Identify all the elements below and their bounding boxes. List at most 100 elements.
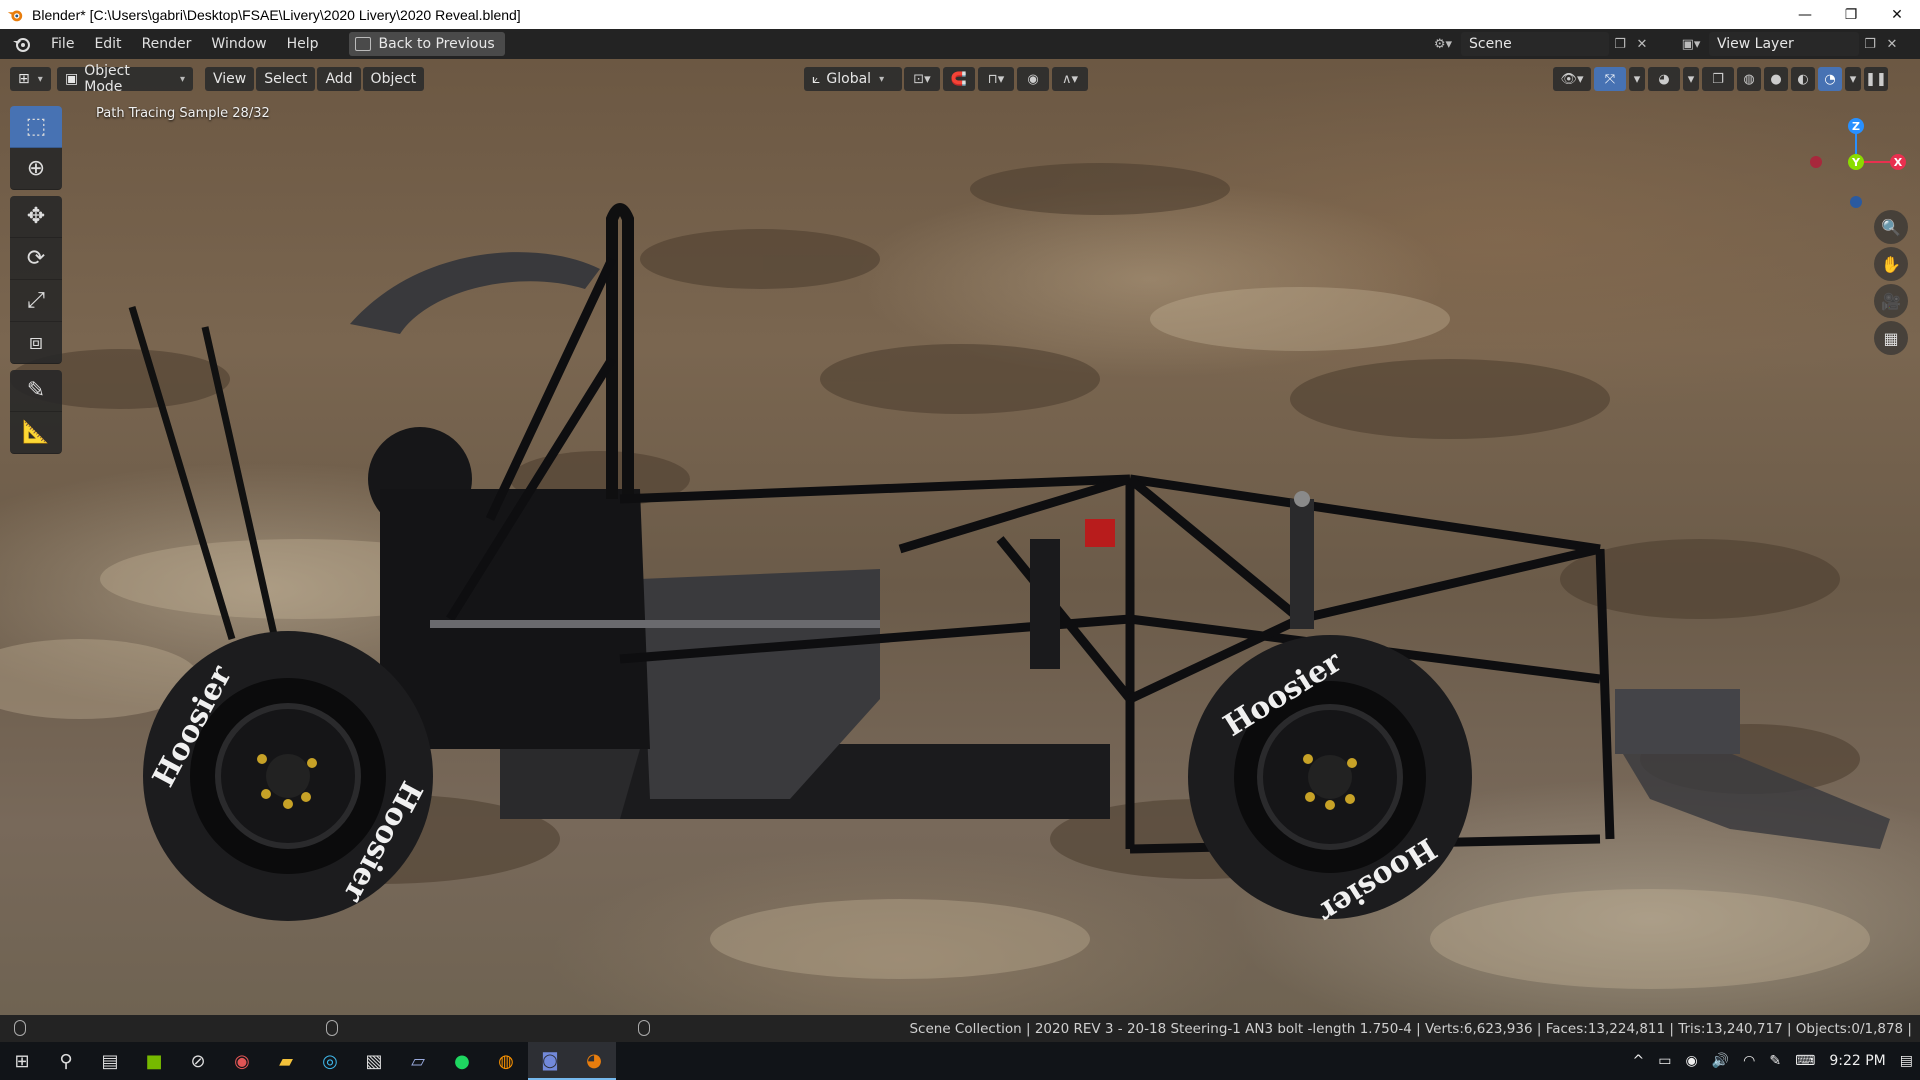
rear-wing-element xyxy=(350,252,600,334)
pivot-point-icon[interactable]: ⊡▾ xyxy=(904,67,940,91)
snap-target-icon[interactable]: ⊓▾ xyxy=(978,67,1014,91)
tool-shelf: ⬚ ⊕ ✥ ⟳ ⤢ ⧈ ✎ 📐 xyxy=(10,106,62,454)
rotate-icon[interactable]: ⟳ xyxy=(10,238,62,280)
material-shading-icon[interactable]: ◐ xyxy=(1791,67,1815,91)
visibility-icon[interactable]: 👁▾ xyxy=(1553,67,1591,91)
move-icon[interactable]: ✥ xyxy=(10,196,62,238)
minimize-button[interactable]: — xyxy=(1782,0,1828,29)
status-bar: Scene Collection | 2020 REV 3 - 20-18 St… xyxy=(0,1015,1920,1042)
close-button[interactable]: ✕ xyxy=(1874,0,1920,29)
firefox-icon[interactable]: ◍ xyxy=(484,1042,528,1080)
overlays-dropdown-icon[interactable]: ▾ xyxy=(1683,67,1699,91)
transform-orientation-selector[interactable]: ⟀ Global ▾ xyxy=(804,67,902,91)
keyboard-icon[interactable]: ⌨ xyxy=(1795,1053,1815,1069)
rendered-shading-icon[interactable]: ◔ xyxy=(1818,67,1842,91)
proportional-edit-icon[interactable]: ◉ xyxy=(1017,67,1049,91)
zoom-icon[interactable]: 🔍 xyxy=(1874,210,1908,244)
app-icon[interactable]: ⊘ xyxy=(176,1042,220,1080)
new-view-layer-icon[interactable]: ❐ xyxy=(1859,33,1881,55)
menu-edit[interactable]: Edit xyxy=(84,36,131,52)
photos-icon[interactable]: ▧ xyxy=(352,1042,396,1080)
cursor-icon[interactable]: ⊕ xyxy=(10,148,62,190)
falloff-icon[interactable]: ∧▾ xyxy=(1052,67,1088,91)
z-axis-label: Z xyxy=(1852,120,1860,133)
scene-name: Scene xyxy=(1469,36,1512,52)
gizmo-toggle-icon[interactable]: ⤧ xyxy=(1594,67,1626,91)
discord-icon[interactable]: ◙ xyxy=(528,1042,572,1080)
editor-type-icon: ⊞ xyxy=(18,71,30,87)
remove-view-layer-icon[interactable]: ✕ xyxy=(1881,33,1903,55)
view-layer-selector-icon[interactable]: ▣▾ xyxy=(1673,33,1709,55)
select-box-icon[interactable]: ⬚ xyxy=(10,106,62,148)
search-icon[interactable]: ⚲ xyxy=(44,1042,88,1080)
viewport-menu-select[interactable]: Select xyxy=(256,67,316,91)
view-layer-field[interactable]: View Layer xyxy=(1709,32,1859,56)
snap-icon[interactable]: 🧲 xyxy=(943,67,975,91)
restore-button[interactable]: ❐ xyxy=(1828,0,1874,29)
menubar: File Edit Render Window Help Back to Pre… xyxy=(0,29,1920,59)
menu-render[interactable]: Render xyxy=(132,36,202,52)
wifi-icon[interactable]: ◠ xyxy=(1743,1053,1755,1069)
y-axis-label: Y xyxy=(1851,156,1861,169)
notifications-icon[interactable]: ▤ xyxy=(1900,1053,1913,1069)
annotate-icon[interactable]: ✎ xyxy=(10,370,62,412)
tray-expand-icon[interactable]: ^ xyxy=(1633,1053,1645,1069)
blender-logo-icon xyxy=(7,10,23,21)
nvidia-icon[interactable]: ■ xyxy=(132,1042,176,1080)
menu-window[interactable]: Window xyxy=(201,36,276,52)
viewport-header: ⊞ ▾ ▣ Object Mode ▾ View Select Add Objec… xyxy=(0,59,1920,99)
scale-icon[interactable]: ⤢ xyxy=(10,280,62,322)
measure-icon[interactable]: 📐 xyxy=(10,412,62,454)
file-explorer-icon[interactable]: ▰ xyxy=(264,1042,308,1080)
scene-selector-icon[interactable]: ⚙▾ xyxy=(1425,33,1461,55)
main-hoop xyxy=(606,203,634,499)
viewport-menu-view[interactable]: View xyxy=(205,67,255,91)
task-view-icon[interactable]: ▤ xyxy=(88,1042,132,1080)
shading-dropdown-icon[interactable]: ▾ xyxy=(1845,67,1861,91)
front-wing-mesh xyxy=(1620,749,1890,849)
menu-help[interactable]: Help xyxy=(277,36,329,52)
windows-taskbar: ⊞ ⚲ ▤ ■ ⊘ ◉ ▰ ◎ ▧ ▱ ● ◍ ◙ ◕ ^ ▭ ◉ 🔊 ◠ ✎ … xyxy=(0,1042,1920,1080)
perspective-grid-icon[interactable]: ▦ xyxy=(1874,321,1908,355)
mode-selector[interactable]: ▣ Object Mode ▾ xyxy=(57,63,193,95)
overlays-icon[interactable]: ◕ xyxy=(1648,67,1680,91)
solid-shading-icon[interactable]: ● xyxy=(1764,67,1788,91)
app2-icon[interactable]: ◉ xyxy=(220,1042,264,1080)
neg-x-axis-handle xyxy=(1810,156,1822,168)
viewport-menu-object[interactable]: Object xyxy=(362,67,425,91)
render-sample-status: Path Tracing Sample 28/32 xyxy=(96,106,270,121)
volume-icon[interactable]: 🔊 xyxy=(1712,1053,1729,1069)
editor-type-button[interactable]: ⊞ ▾ xyxy=(10,67,51,91)
mouse-left-icon xyxy=(14,1020,26,1036)
3d-viewport[interactable]: Hoosier Hoosier Hoosier Hoosier ⊞ ▾ ▣ Obj… xyxy=(0,59,1920,1015)
spotify-icon[interactable]: ● xyxy=(440,1042,484,1080)
camera-view-icon[interactable]: 🎥 xyxy=(1874,284,1908,318)
engine-block xyxy=(380,489,650,749)
transform-icon[interactable]: ⧈ xyxy=(10,322,62,364)
scene-field[interactable]: Scene xyxy=(1461,32,1609,56)
battery-icon[interactable]: ▭ xyxy=(1658,1053,1671,1069)
neg-z-axis-handle xyxy=(1850,196,1862,208)
blender-menu-icon[interactable] xyxy=(11,34,31,54)
menu-file[interactable]: File xyxy=(41,36,84,52)
edge-icon[interactable]: ◎ xyxy=(308,1042,352,1080)
viewport-menu-add[interactable]: Add xyxy=(317,67,361,91)
pan-hand-icon[interactable]: ✋ xyxy=(1874,247,1908,281)
navigation-gizmo[interactable]: Z X Y xyxy=(1800,106,1910,216)
xray-icon[interactable]: ❐ xyxy=(1702,67,1734,91)
chrome-tray-icon[interactable]: ◉ xyxy=(1686,1053,1698,1069)
blender-icon[interactable]: ◕ xyxy=(572,1042,616,1080)
start-icon[interactable]: ⊞ xyxy=(0,1042,44,1080)
window-titlebar: Blender* [C:\Users\gabri\Desktop\FSAE\Li… xyxy=(0,0,1920,29)
wireframe-shading-icon[interactable]: ◍ xyxy=(1737,67,1761,91)
pause-render-icon[interactable]: ❚❚ xyxy=(1864,67,1888,91)
new-scene-icon[interactable]: ❐ xyxy=(1609,33,1631,55)
remove-scene-icon[interactable]: ✕ xyxy=(1631,33,1653,55)
rear-wheel xyxy=(143,631,433,921)
notepad-icon[interactable]: ▱ xyxy=(396,1042,440,1080)
x-axis-label: X xyxy=(1894,156,1903,169)
back-to-previous-button[interactable]: Back to Previous xyxy=(348,32,505,56)
clock[interactable]: 9:22 PM xyxy=(1829,1053,1885,1069)
gizmo-dropdown-icon[interactable]: ▾ xyxy=(1629,67,1645,91)
pen-icon[interactable]: ✎ xyxy=(1769,1053,1781,1069)
